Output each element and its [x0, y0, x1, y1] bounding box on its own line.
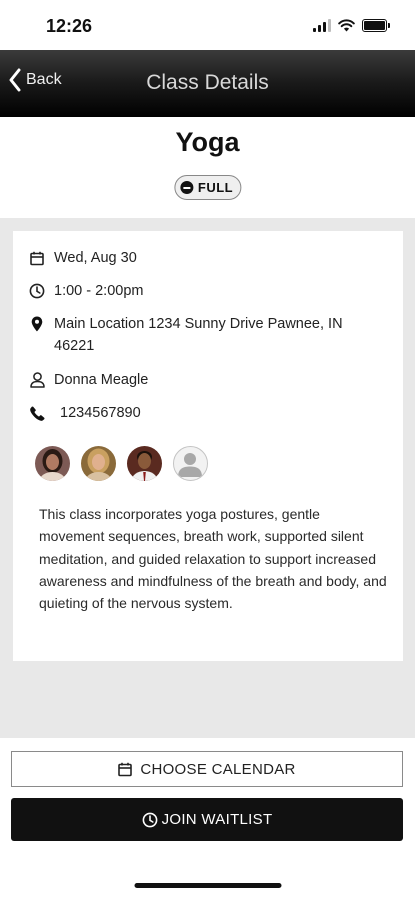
attendee-avatar[interactable] [81, 446, 116, 481]
user-icon [29, 369, 45, 391]
phone-icon [29, 402, 45, 424]
date-row: Wed, Aug 30 [29, 247, 137, 269]
user-placeholder-icon [178, 453, 202, 477]
status-time: 12:26 [46, 16, 93, 36]
class-description: This class incorporates yoga postures, g… [39, 506, 387, 612]
class-date: Wed, Aug 30 [54, 250, 137, 266]
attendee-list [35, 446, 208, 481]
status-badge: FULL [173, 175, 242, 200]
time-row: 1:00 - 2:00pm [29, 280, 143, 302]
cellular-signal-icon [313, 19, 331, 32]
battery-icon [362, 19, 390, 32]
wifi-icon [338, 19, 355, 32]
home-indicator[interactable] [134, 883, 281, 888]
location-row: Main Location 1234 Sunny Drive Pawnee, I… [29, 313, 379, 357]
join-waitlist-button[interactable]: JOIN WAITLIST [11, 798, 403, 841]
status-bar: 12:26 [0, 0, 415, 50]
class-header: Yoga FULL [0, 117, 415, 218]
action-bar: CHOOSE CALENDAR JOIN WAITLIST [0, 738, 415, 900]
details-card: Wed, Aug 30 1:00 - 2:00pm Main Location … [13, 231, 403, 661]
clock-icon [29, 280, 45, 302]
map-pin-icon [29, 313, 45, 335]
class-instructor: Donna Meagle [54, 372, 149, 388]
attendee-avatar-placeholder[interactable] [173, 446, 208, 481]
calendar-icon [118, 762, 133, 776]
clock-icon [142, 812, 157, 827]
attendee-avatar[interactable] [35, 446, 70, 481]
status-icons [313, 19, 390, 32]
attendee-avatar[interactable] [127, 446, 162, 481]
status-badge-label: FULL [197, 180, 234, 195]
minus-circle-icon [179, 181, 193, 194]
page-title: Class Details [146, 71, 269, 94]
class-time: 1:00 - 2:00pm [54, 283, 144, 299]
phone-row[interactable]: 1234567890 [29, 402, 141, 424]
instructor-row: Donna Meagle [29, 369, 148, 391]
class-location: Main Location 1234 Sunny Drive Pawnee, I… [54, 316, 343, 354]
join-waitlist-label: JOIN WAITLIST [161, 811, 273, 828]
class-title: Yoga [175, 127, 240, 157]
content-area: Wed, Aug 30 1:00 - 2:00pm Main Location … [0, 218, 415, 738]
choose-calendar-label: CHOOSE CALENDAR [140, 760, 296, 778]
class-phone[interactable]: 1234567890 [60, 402, 141, 424]
choose-calendar-button[interactable]: CHOOSE CALENDAR [11, 751, 403, 787]
calendar-icon [29, 247, 45, 269]
nav-bar: Back Class Details [0, 50, 415, 117]
